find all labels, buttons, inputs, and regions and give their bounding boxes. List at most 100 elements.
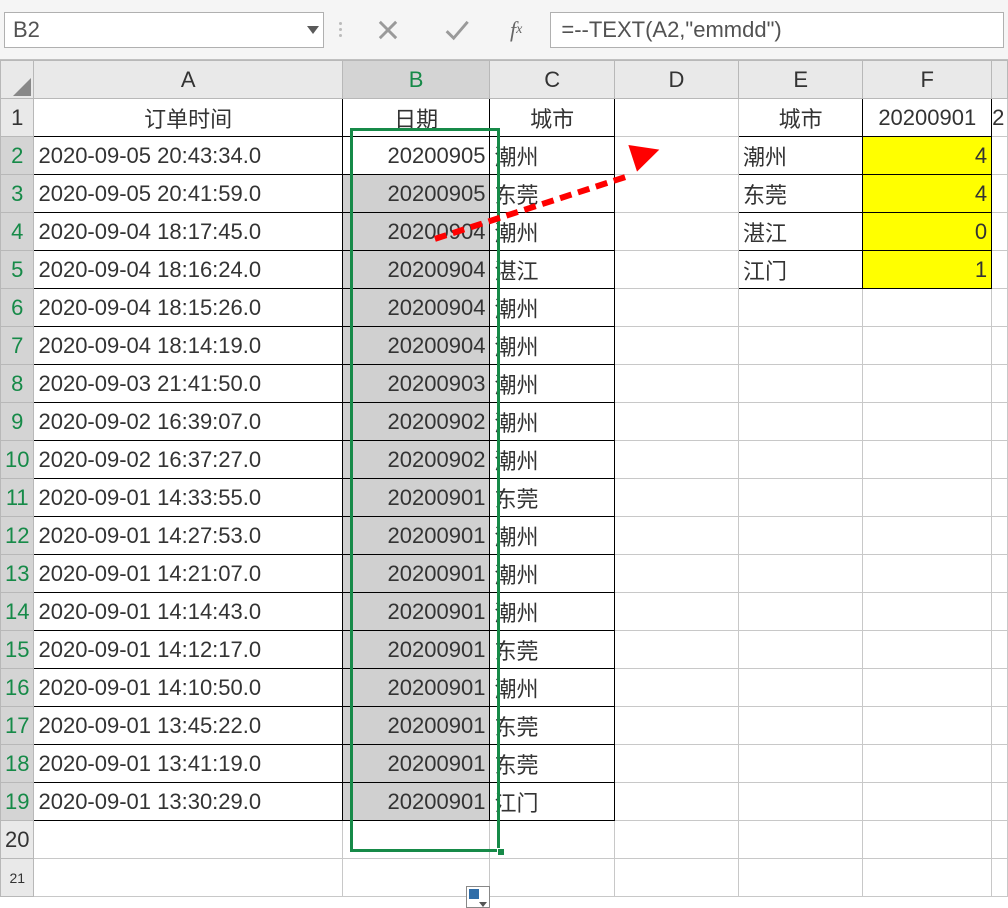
cell-D16[interactable]: [614, 669, 738, 707]
cell-D13[interactable]: [614, 555, 738, 593]
cell-D14[interactable]: [614, 593, 738, 631]
cell-B11[interactable]: 20200901: [342, 479, 490, 517]
cell[interactable]: [490, 821, 614, 859]
select-all-corner[interactable]: [1, 61, 34, 99]
col-header-C[interactable]: C: [490, 61, 614, 99]
cell-F8[interactable]: [863, 365, 992, 403]
cell-E11[interactable]: [738, 479, 862, 517]
cell-C12[interactable]: 潮州: [490, 517, 614, 555]
row-header[interactable]: 8: [1, 365, 34, 403]
cell-D18[interactable]: [614, 745, 738, 783]
cell-partial-G1[interactable]: 2: [992, 99, 1008, 137]
row-header[interactable]: 13: [1, 555, 34, 593]
cell-B4[interactable]: 20200904: [342, 213, 490, 251]
row-header[interactable]: 21: [1, 859, 34, 897]
cell-F10[interactable]: [863, 441, 992, 479]
cell-C6[interactable]: 潮州: [490, 289, 614, 327]
cell-partial[interactable]: [992, 365, 1008, 403]
cell-E1[interactable]: 城市: [738, 99, 862, 137]
cell-C8[interactable]: 潮州: [490, 365, 614, 403]
cell-C11[interactable]: 东莞: [490, 479, 614, 517]
cell-C5[interactable]: 湛江: [490, 251, 614, 289]
cell-B16[interactable]: 20200901: [342, 669, 490, 707]
cell-F17[interactable]: [863, 707, 992, 745]
cell-partial[interactable]: [992, 403, 1008, 441]
cell-C16[interactable]: 潮州: [490, 669, 614, 707]
cell-B1[interactable]: 日期: [342, 99, 490, 137]
cell-partial[interactable]: [992, 593, 1008, 631]
row-header[interactable]: 19: [1, 783, 34, 821]
cell[interactable]: [34, 859, 342, 897]
cell-B12[interactable]: 20200901: [342, 517, 490, 555]
row-header[interactable]: 14: [1, 593, 34, 631]
cell-D8[interactable]: [614, 365, 738, 403]
cell-E17[interactable]: [738, 707, 862, 745]
cell-D17[interactable]: [614, 707, 738, 745]
cell-A12[interactable]: 2020-09-01 14:27:53.0: [34, 517, 342, 555]
col-header-A[interactable]: A: [34, 61, 342, 99]
cell-D9[interactable]: [614, 403, 738, 441]
cell-B19[interactable]: 20200901: [342, 783, 490, 821]
cell-F15[interactable]: [863, 631, 992, 669]
cell-E5[interactable]: 江门: [738, 251, 862, 289]
row-header[interactable]: 7: [1, 327, 34, 365]
cell-C18[interactable]: 东莞: [490, 745, 614, 783]
cell-F12[interactable]: [863, 517, 992, 555]
cell-B7[interactable]: 20200904: [342, 327, 490, 365]
col-header-E[interactable]: E: [738, 61, 862, 99]
cell-A10[interactable]: 2020-09-02 16:37:27.0: [34, 441, 342, 479]
cell[interactable]: [863, 859, 992, 897]
cell-D7[interactable]: [614, 327, 738, 365]
cell-A16[interactable]: 2020-09-01 14:10:50.0: [34, 669, 342, 707]
cell-C17[interactable]: 东莞: [490, 707, 614, 745]
cell-E12[interactable]: [738, 517, 862, 555]
cell-F4[interactable]: 0: [863, 213, 992, 251]
cell-partial[interactable]: [992, 479, 1008, 517]
cell-F14[interactable]: [863, 593, 992, 631]
cell-C14[interactable]: 潮州: [490, 593, 614, 631]
cell-E15[interactable]: [738, 631, 862, 669]
row-header[interactable]: 5: [1, 251, 34, 289]
cell-A13[interactable]: 2020-09-01 14:21:07.0: [34, 555, 342, 593]
cell-A2[interactable]: 2020-09-05 20:43:34.0: [34, 137, 342, 175]
cell-partial[interactable]: [992, 441, 1008, 479]
cell[interactable]: [863, 821, 992, 859]
row-header[interactable]: 1: [1, 99, 34, 137]
cell-partial[interactable]: [992, 707, 1008, 745]
fx-insert-function-icon[interactable]: fx: [510, 17, 522, 43]
cell[interactable]: [738, 821, 862, 859]
cell-E9[interactable]: [738, 403, 862, 441]
cancel-edit-icon[interactable]: [374, 16, 402, 44]
cell-F18[interactable]: [863, 745, 992, 783]
cell-F16[interactable]: [863, 669, 992, 707]
cell-E8[interactable]: [738, 365, 862, 403]
cell-partial[interactable]: [992, 783, 1008, 821]
cell-partial[interactable]: [992, 745, 1008, 783]
row-header[interactable]: 4: [1, 213, 34, 251]
cell[interactable]: [738, 859, 862, 897]
row-header[interactable]: 16: [1, 669, 34, 707]
cell-C3[interactable]: 东莞: [490, 175, 614, 213]
autofill-options-icon[interactable]: [466, 886, 490, 908]
col-header-F[interactable]: F: [863, 61, 992, 99]
cell-partial[interactable]: [992, 327, 1008, 365]
cell-E2[interactable]: 潮州: [738, 137, 862, 175]
name-box-dropdown-icon[interactable]: [307, 26, 319, 34]
row-header[interactable]: 11: [1, 479, 34, 517]
cell-E16[interactable]: [738, 669, 862, 707]
cell-F2[interactable]: 4: [863, 137, 992, 175]
cell-E4[interactable]: 湛江: [738, 213, 862, 251]
cell-partial[interactable]: [992, 289, 1008, 327]
cell-B6[interactable]: 20200904: [342, 289, 490, 327]
cell-C1[interactable]: 城市: [490, 99, 614, 137]
cell-B14[interactable]: 20200901: [342, 593, 490, 631]
cell-A9[interactable]: 2020-09-02 16:39:07.0: [34, 403, 342, 441]
cell-F5[interactable]: 1: [863, 251, 992, 289]
cell-C9[interactable]: 潮州: [490, 403, 614, 441]
row-header[interactable]: 17: [1, 707, 34, 745]
cell-B3[interactable]: 20200905: [342, 175, 490, 213]
cell-B5[interactable]: 20200904: [342, 251, 490, 289]
cell-F9[interactable]: [863, 403, 992, 441]
row-header[interactable]: 20: [1, 821, 34, 859]
cell-B15[interactable]: 20200901: [342, 631, 490, 669]
